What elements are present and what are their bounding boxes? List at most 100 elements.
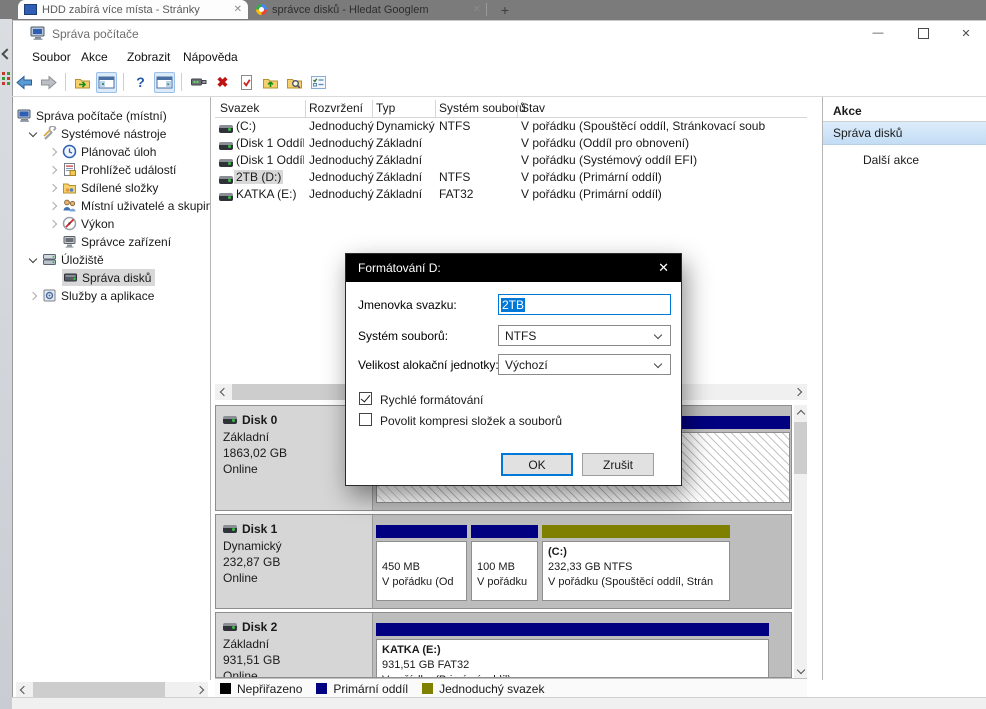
- actions-group-disk-management[interactable]: Správa disků: [823, 122, 986, 145]
- chevron-right-icon[interactable]: [43, 149, 62, 155]
- chevron-right-icon[interactable]: [43, 203, 62, 209]
- tree-item-shared-folders[interactable]: Sdílené složky: [13, 179, 210, 196]
- chevron-right-icon[interactable]: [43, 167, 62, 173]
- menu-napoveda[interactable]: Nápověda: [183, 50, 238, 64]
- volume-icon: [219, 142, 233, 150]
- browser-tab-2[interactable]: správce disků - Hledat Googlem ✕: [256, 0, 481, 19]
- quick-format-checkbox[interactable]: [359, 392, 372, 405]
- allocation-unit-select[interactable]: Výchozí: [498, 354, 671, 375]
- legend-label: Nepřiřazeno: [237, 682, 302, 696]
- menu-akce[interactable]: Akce: [81, 50, 108, 64]
- help-icon[interactable]: ?: [130, 72, 151, 93]
- menu-soubor[interactable]: Soubor: [32, 50, 71, 64]
- scroll-thumb[interactable]: [794, 422, 807, 474]
- column-header-rozvrzeni[interactable]: Rozvržení: [309, 101, 363, 115]
- tab-close-icon[interactable]: ✕: [473, 4, 481, 15]
- legend-swatch-jednoduchy-svazek: [422, 683, 433, 694]
- partition-size: 232,33 GB NTFS: [548, 560, 729, 575]
- legend-label: Primární oddíl: [333, 682, 408, 696]
- minimize-button[interactable]: —: [863, 24, 893, 42]
- cancel-button[interactable]: Zrušit: [582, 453, 654, 476]
- volume-row-katka-e[interactable]: KATKA (E:) Jednoduchý Základní FAT32 V p…: [215, 186, 807, 203]
- chevron-right-icon[interactable]: [23, 293, 42, 299]
- scroll-right-button[interactable]: [792, 384, 806, 400]
- chevron-down-icon[interactable]: [23, 132, 42, 136]
- chevron-right-icon[interactable]: [43, 185, 62, 191]
- tree-item-storage[interactable]: Úložiště: [13, 251, 210, 268]
- menu-zobrazit[interactable]: Zobrazit: [127, 50, 170, 64]
- disk-1-partition-1[interactable]: 450 MBV pořádku (Od: [376, 525, 467, 601]
- scroll-up-button[interactable]: [794, 405, 807, 420]
- toolbar-separator: [123, 73, 124, 91]
- dot-icon: [7, 72, 10, 75]
- page-favicon: [24, 4, 37, 15]
- tree-item-event-viewer[interactable]: Prohlížeč událostí: [13, 161, 210, 178]
- tree-item-system-tools[interactable]: Systémové nástroje: [13, 125, 210, 142]
- tree-item-computer-management[interactable]: Správa počítače (místní): [13, 107, 210, 124]
- chevron-down-icon[interactable]: [23, 258, 42, 262]
- menu-bar: Soubor Akce Zobrazit Nápověda: [12, 46, 986, 68]
- volume-row-c[interactable]: (C:) Jednoduchý Dynamický NTFS V pořádku…: [215, 118, 807, 135]
- volume-row-disk1-oddil2[interactable]: (Disk 1 Oddíl 2) Jednoduchý Základní V p…: [215, 152, 807, 169]
- ok-button[interactable]: OK: [501, 453, 573, 476]
- chevron-down-icon: [654, 359, 662, 367]
- browser-tab-1[interactable]: HDD zabírá více místa - Stránky ✕: [18, 0, 248, 19]
- scroll-left-button[interactable]: [16, 682, 30, 697]
- allocation-unit-label: Velikost alokační jednotky:: [358, 358, 499, 372]
- tree-item-device-manager[interactable]: Správce zařízení: [13, 233, 210, 250]
- task-list-icon[interactable]: [308, 72, 329, 93]
- volume-row-2tb-d[interactable]: 2TB (D:) Jednoduchý Základní NTFS V pořá…: [215, 169, 807, 186]
- properties-check-icon[interactable]: [236, 72, 257, 93]
- column-header-system-souboru[interactable]: Systém souborů: [439, 101, 526, 115]
- maximize-icon: [918, 28, 929, 39]
- browser-back-icon: [1, 48, 12, 59]
- new-tab-button[interactable]: +: [497, 0, 513, 19]
- volume-label-label: Jmenovka svazku:: [358, 298, 457, 312]
- column-header-typ[interactable]: Typ: [376, 101, 395, 115]
- delete-volume-icon[interactable]: ✖: [212, 72, 233, 93]
- chevron-right-icon[interactable]: [43, 221, 62, 227]
- close-button[interactable]: ✕: [951, 24, 981, 42]
- tree-item-performance[interactable]: Výkon: [13, 215, 210, 232]
- open-folder-icon[interactable]: [260, 72, 281, 93]
- scroll-right-button[interactable]: [194, 682, 208, 697]
- tree-item-task-scheduler[interactable]: Plánovač úloh: [13, 143, 210, 160]
- tree-item-local-users-groups[interactable]: Místní uživatelé a skupin: [13, 197, 210, 214]
- tree-item-disk-management[interactable]: Správa disků: [13, 269, 210, 286]
- scroll-thumb[interactable]: [33, 682, 165, 697]
- action-pane-toggle-icon[interactable]: [154, 72, 175, 93]
- services-icon: [42, 288, 61, 303]
- more-actions[interactable]: Další akce: [863, 153, 919, 167]
- volume-icon: [219, 193, 233, 201]
- export-list-icon[interactable]: [72, 72, 93, 93]
- forward-icon[interactable]: [38, 72, 59, 93]
- disk-1-row[interactable]: Disk 1 Dynamický 232,87 GB Online 450 MB…: [215, 514, 792, 609]
- disk-status: Online: [223, 570, 372, 586]
- scroll-down-button[interactable]: [794, 663, 807, 678]
- compression-checkbox[interactable]: [359, 413, 372, 426]
- shared-folder-icon: [62, 180, 81, 195]
- disk-1-partition-2[interactable]: 100 MBV pořádku: [471, 525, 538, 601]
- remote-connection-icon[interactable]: [188, 72, 209, 93]
- back-icon[interactable]: [14, 72, 35, 93]
- volume-list-header: Svazek Rozvržení Typ Systém souborů Stav: [215, 100, 807, 118]
- dialog-titlebar[interactable]: Formátování D: ✕: [346, 254, 681, 282]
- disk-1-partition-c[interactable]: (C:)232,33 GB NTFSV pořádku (Spouštěcí o…: [542, 525, 730, 601]
- dialog-close-icon[interactable]: ✕: [658, 260, 669, 276]
- volume-icon: [219, 176, 233, 184]
- disk-2-partition-katka[interactable]: KATKA (E:)931,51 GB FAT32V pořádku (Prim…: [376, 623, 769, 677]
- column-header-svazek[interactable]: Svazek: [220, 101, 259, 115]
- tree-item-services-applications[interactable]: Služby a aplikace: [13, 287, 210, 304]
- volume-label-input[interactable]: 2TB: [498, 294, 671, 315]
- tab-close-icon[interactable]: ✕: [234, 4, 242, 15]
- explore-folder-icon[interactable]: [284, 72, 305, 93]
- file-system-select[interactable]: NTFS: [498, 325, 671, 346]
- file-system-label: Systém souborů:: [358, 329, 448, 343]
- storage-icon: [42, 252, 61, 267]
- disk-2-row[interactable]: Disk 2 Základní 931,51 GB Online KATKA (…: [215, 612, 792, 678]
- console-tree-toggle-icon[interactable]: [96, 72, 117, 93]
- maximize-button[interactable]: [908, 24, 938, 42]
- column-header-stav[interactable]: Stav: [521, 101, 545, 115]
- volume-row-disk1-oddil1[interactable]: (Disk 1 Oddíl 1) Jednoduchý Základní V p…: [215, 135, 807, 152]
- scroll-left-button[interactable]: [216, 384, 230, 400]
